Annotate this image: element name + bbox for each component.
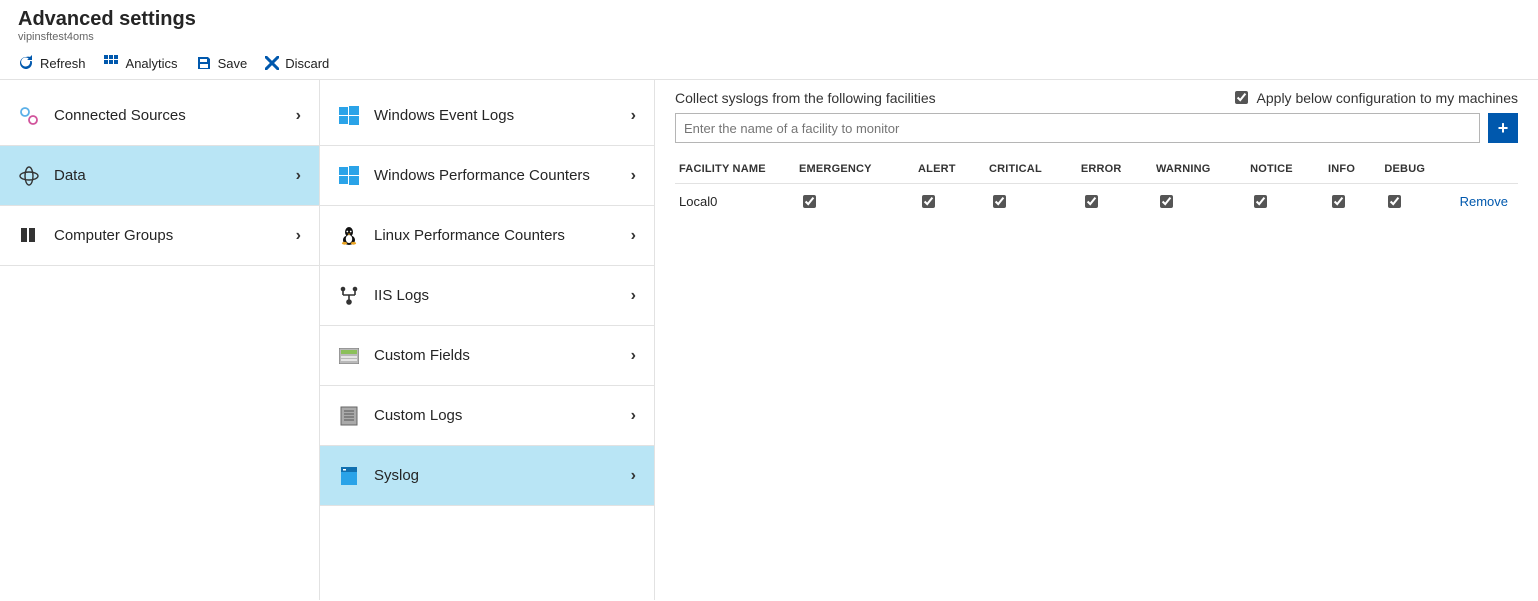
severity-info-checkbox[interactable] — [1332, 195, 1345, 208]
data-source-list: Windows Event Logs › Windows Performance… — [320, 80, 655, 600]
save-button[interactable]: Save — [196, 55, 248, 71]
syslog-icon — [338, 465, 360, 487]
discard-button[interactable]: Discard — [265, 56, 329, 71]
chevron-right-icon: › — [631, 407, 636, 425]
refresh-button[interactable]: Refresh — [18, 55, 86, 71]
chevron-right-icon: › — [296, 107, 301, 125]
severity-emergency-checkbox[interactable] — [803, 195, 816, 208]
sidebar-item-data[interactable]: Data › — [0, 146, 319, 206]
add-facility-button[interactable]: + — [1488, 113, 1518, 143]
col-facility: FACILITY NAME — [675, 157, 795, 184]
chevron-right-icon: › — [631, 347, 636, 365]
command-bar: Refresh Analytics Save Discard — [0, 49, 1538, 80]
page-subtitle: vipinsftest4oms — [18, 31, 1520, 43]
facility-cell: Local0 — [675, 184, 795, 220]
refresh-icon — [18, 55, 34, 71]
main-content: Connected Sources › Data › Computer Grou… — [0, 80, 1538, 600]
iis-icon — [338, 285, 360, 307]
subnav-item-windows-event-logs[interactable]: Windows Event Logs › — [320, 86, 654, 146]
linux-icon — [338, 225, 360, 247]
sidebar-item-connected-sources[interactable]: Connected Sources › — [0, 86, 319, 146]
settings-category-list: Connected Sources › Data › Computer Grou… — [0, 80, 320, 600]
page-header: Advanced settings vipinsftest4oms — [0, 0, 1538, 49]
col-info: INFO — [1324, 157, 1380, 184]
facility-name-input[interactable] — [675, 113, 1480, 143]
subnav-item-windows-performance-counters[interactable]: Windows Performance Counters › — [320, 146, 654, 206]
collect-syslogs-label: Collect syslogs from the following facil… — [675, 90, 936, 106]
custom-fields-icon — [338, 345, 360, 367]
col-critical: CRITICAL — [985, 157, 1077, 184]
col-emergency: EMERGENCY — [795, 157, 914, 184]
col-debug: DEBUG — [1380, 157, 1455, 184]
plus-icon: + — [1498, 118, 1509, 139]
chevron-right-icon: › — [631, 227, 636, 245]
col-warning: WARNING — [1152, 157, 1246, 184]
chevron-right-icon: › — [631, 287, 636, 305]
col-error: ERROR — [1077, 157, 1152, 184]
severity-critical-checkbox[interactable] — [993, 195, 1006, 208]
subnav-item-custom-logs[interactable]: Custom Logs › — [320, 386, 654, 446]
subnav-item-syslog[interactable]: Syslog › — [320, 446, 654, 506]
col-alert: ALERT — [914, 157, 985, 184]
analytics-button[interactable]: Analytics — [104, 55, 178, 71]
subnav-item-custom-fields[interactable]: Custom Fields › — [320, 326, 654, 386]
remove-facility-link[interactable]: Remove — [1460, 194, 1508, 209]
save-icon — [196, 55, 212, 71]
subnav-item-linux-performance-counters[interactable]: Linux Performance Counters › — [320, 206, 654, 266]
sidebar-item-computer-groups[interactable]: Computer Groups › — [0, 206, 319, 266]
table-row: Local0 Remove — [675, 184, 1518, 220]
windows-icon — [338, 165, 360, 187]
windows-icon — [338, 105, 360, 127]
severity-error-checkbox[interactable] — [1085, 195, 1098, 208]
analytics-icon — [104, 55, 120, 71]
syslog-facility-table: FACILITY NAME EMERGENCY ALERT CRITICAL E… — [675, 157, 1518, 219]
chevron-right-icon: › — [296, 167, 301, 185]
col-notice: NOTICE — [1246, 157, 1324, 184]
severity-warning-checkbox[interactable] — [1160, 195, 1173, 208]
page-title: Advanced settings — [18, 8, 1520, 31]
discard-icon — [265, 56, 279, 70]
apply-config-checkbox[interactable] — [1235, 91, 1248, 104]
chevron-right-icon: › — [631, 467, 636, 485]
chevron-right-icon: › — [631, 167, 636, 185]
severity-alert-checkbox[interactable] — [922, 195, 935, 208]
severity-notice-checkbox[interactable] — [1254, 195, 1267, 208]
data-icon — [18, 165, 40, 187]
apply-config-toggle[interactable]: Apply below configuration to my machines — [1231, 88, 1518, 107]
severity-debug-checkbox[interactable] — [1388, 195, 1401, 208]
custom-logs-icon — [338, 405, 360, 427]
chevron-right-icon: › — [296, 227, 301, 245]
connected-sources-icon — [18, 105, 40, 127]
chevron-right-icon: › — [631, 107, 636, 125]
subnav-item-iis-logs[interactable]: IIS Logs › — [320, 266, 654, 326]
syslog-pane: Collect syslogs from the following facil… — [655, 80, 1538, 600]
computer-groups-icon — [18, 225, 40, 247]
